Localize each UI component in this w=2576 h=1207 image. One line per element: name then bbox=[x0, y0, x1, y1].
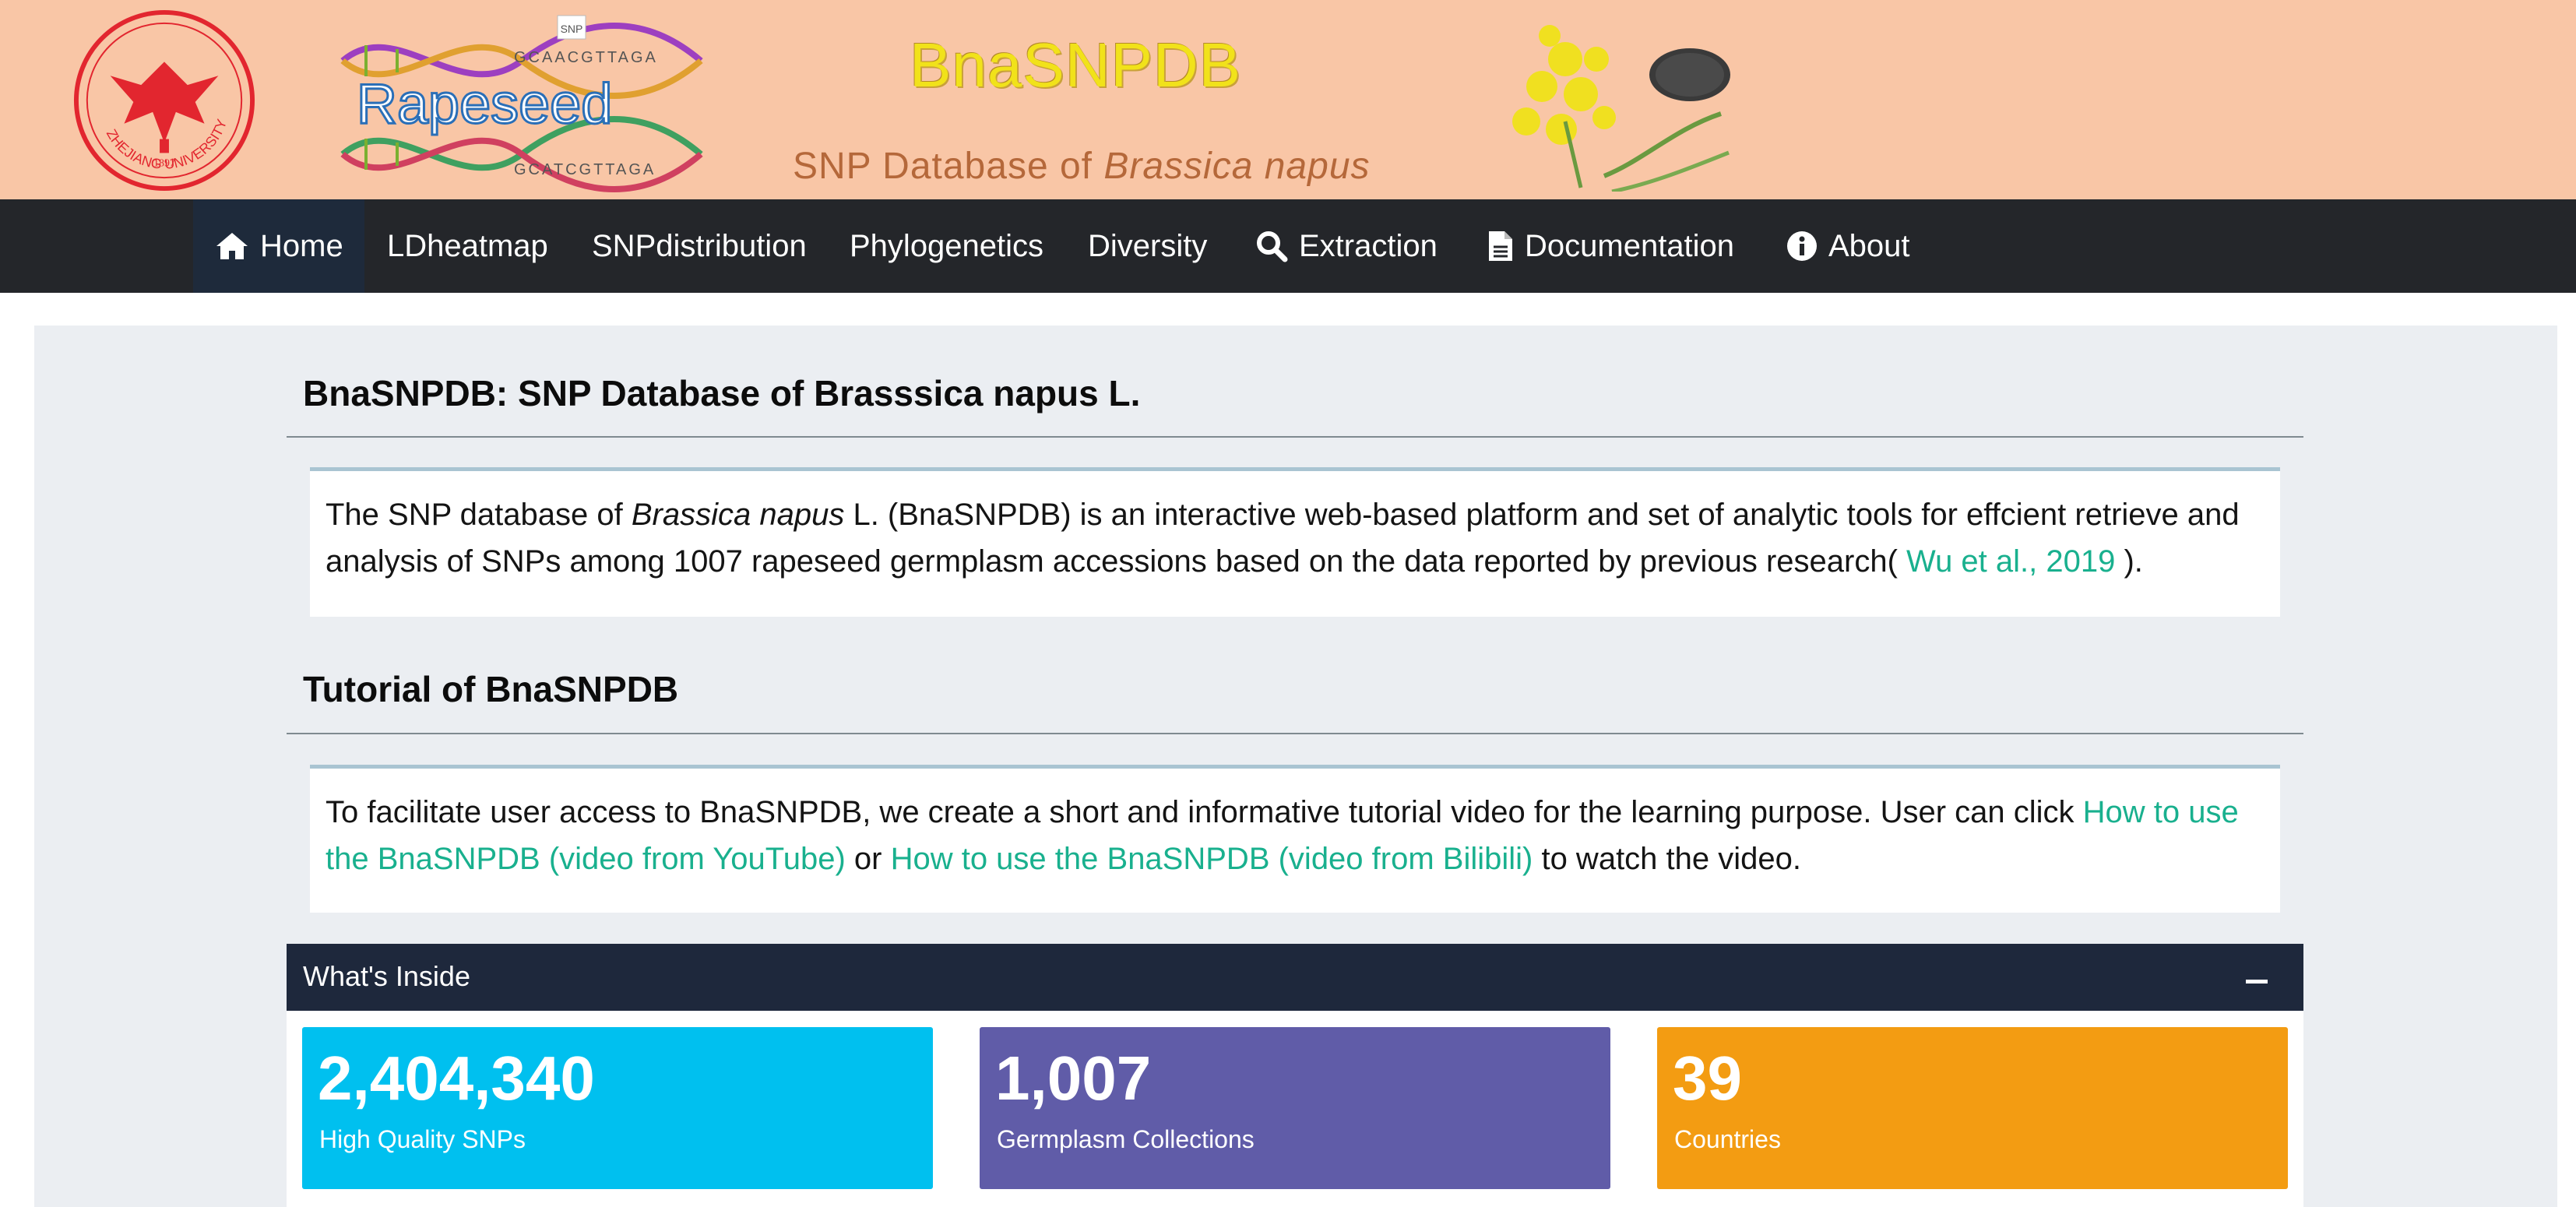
site-title: BnaSNPDB bbox=[910, 30, 1241, 100]
intro-text: The SNP database of Brassica napus L. (B… bbox=[326, 498, 2240, 579]
snps-stat-box: 2,404,340 High Quality SNPs bbox=[302, 1027, 933, 1189]
rapeseed-logo: SNP GCAACGTTAGA GCATCGTTAGA Rapeseed bbox=[340, 15, 703, 192]
banner: 1897 ZHEJIANG UNIVERSITY SNP GCAACGTTAGA… bbox=[0, 0, 2576, 199]
nav-snpdistribution-label: SNPdistribution bbox=[592, 228, 807, 263]
nav-home[interactable]: Home bbox=[193, 199, 364, 293]
nav-phylogenetics-label: Phylogenetics bbox=[850, 228, 1044, 263]
home-icon bbox=[216, 233, 248, 259]
collapse-minus-icon[interactable] bbox=[2241, 962, 2272, 994]
nav-documentation-label: Documentation bbox=[1525, 228, 1735, 263]
wu-2019-reference-link[interactable]: Wu et al., 2019 bbox=[1906, 544, 2115, 579]
countries-count: 39 bbox=[1673, 1043, 1742, 1113]
whats-inside-title: What's Inside bbox=[303, 960, 470, 992]
svg-text:Rapeseed: Rapeseed bbox=[357, 73, 612, 135]
germplasm-stat-box: 1,007 Germplasm Collections bbox=[980, 1027, 1610, 1189]
nav-about[interactable]: About bbox=[1786, 199, 1910, 293]
nav-extraction-label: Extraction bbox=[1299, 228, 1438, 263]
tutorial-card: To facilitate user access to BnaSNPDB, w… bbox=[310, 765, 2280, 913]
nav-diversity[interactable]: Diversity bbox=[1088, 199, 1207, 293]
snps-count: 2,404,340 bbox=[318, 1043, 595, 1113]
document-icon bbox=[1489, 231, 1512, 261]
nav-extraction[interactable]: Extraction bbox=[1255, 199, 1438, 293]
info-icon bbox=[1787, 231, 1817, 261]
nav-home-label: Home bbox=[260, 228, 343, 263]
tutorial-text: To facilitate user access to BnaSNPDB, w… bbox=[326, 795, 2239, 876]
intro-card: The SNP database of Brassica napus L. (B… bbox=[310, 467, 2280, 617]
germplasm-label: Germplasm Collections bbox=[997, 1125, 1255, 1153]
intro-title: BnaSNPDB: SNP Database of Brasssica napu… bbox=[303, 373, 1141, 413]
tutorial-title: Tutorial of BnaSNPDB bbox=[303, 669, 679, 709]
countries-stat-box: 39 Countries bbox=[1657, 1027, 2288, 1189]
snps-label: High Quality SNPs bbox=[319, 1125, 526, 1153]
germplasm-count: 1,007 bbox=[995, 1043, 1152, 1113]
nav-ldheatmap-label: LDheatmap bbox=[387, 228, 548, 263]
main-navbar: Home LDheatmap SNPdistribution Phylogene… bbox=[0, 199, 2576, 293]
whats-inside-header bbox=[287, 944, 2303, 1011]
svg-text:GCATCGTTAGA: GCATCGTTAGA bbox=[514, 161, 656, 178]
search-icon bbox=[1257, 231, 1288, 262]
nav-documentation[interactable]: Documentation bbox=[1487, 199, 1734, 293]
tutorial-divider bbox=[287, 733, 2303, 734]
nav-snpdistribution[interactable]: SNPdistribution bbox=[592, 199, 807, 293]
university-seal-logo: 1897 ZHEJIANG UNIVERSITY bbox=[73, 9, 255, 192]
nav-phylogenetics[interactable]: Phylogenetics bbox=[850, 199, 1043, 293]
bilibili-video-link[interactable]: How to use the BnaSNPDB (video from Bili… bbox=[891, 842, 1533, 876]
countries-label: Countries bbox=[1674, 1125, 1781, 1153]
nav-ldheatmap[interactable]: LDheatmap bbox=[387, 199, 548, 293]
intro-divider bbox=[287, 436, 2303, 438]
nav-about-label: About bbox=[1828, 228, 1910, 263]
svg-text:GCAACGTTAGA: GCAACGTTAGA bbox=[514, 49, 658, 66]
site-subtitle: SNP Database of Brassica napus bbox=[793, 146, 1371, 187]
nav-diversity-label: Diversity bbox=[1088, 228, 1208, 263]
svg-text:SNP: SNP bbox=[561, 23, 583, 35]
rapeseed-flower-image bbox=[1512, 25, 1730, 192]
